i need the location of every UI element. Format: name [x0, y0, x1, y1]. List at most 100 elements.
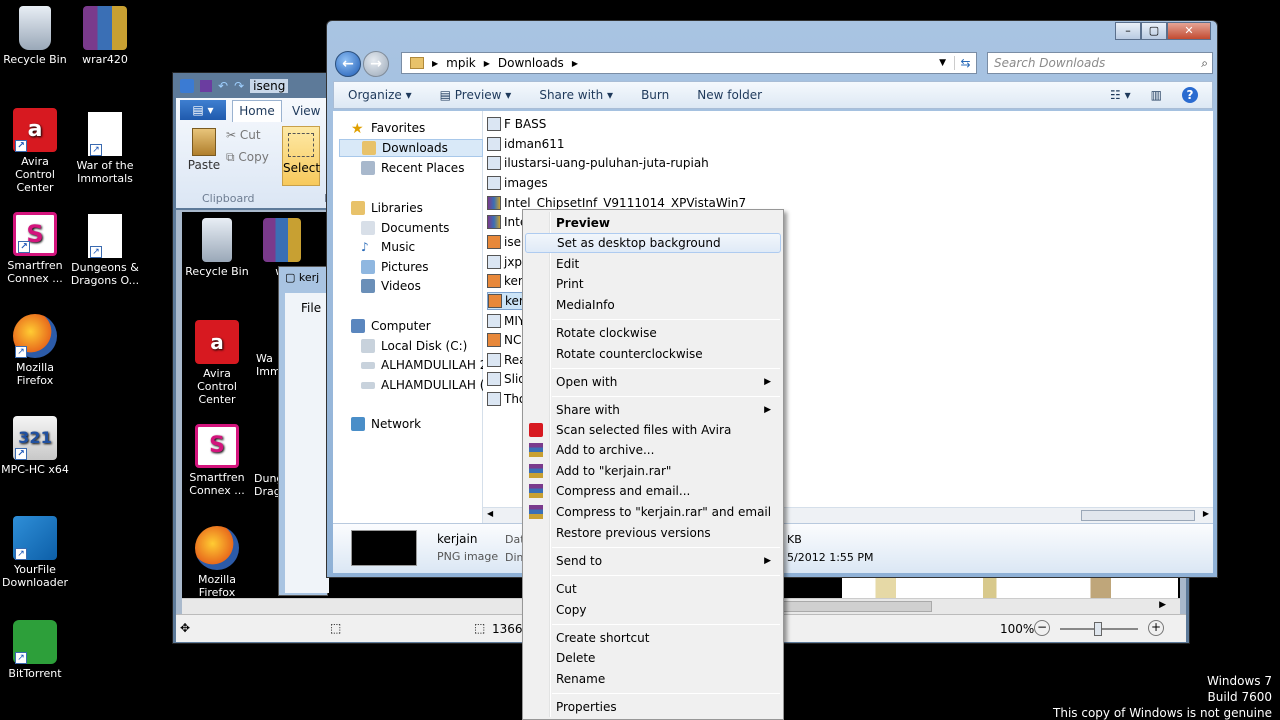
zoom-in-button[interactable]: +: [1148, 620, 1164, 636]
zoom-slider[interactable]: [1060, 622, 1138, 636]
back-button[interactable]: ←: [335, 51, 361, 77]
nav-drive-3[interactable]: ALHAMDULILAH (E:: [361, 376, 496, 394]
cut-button[interactable]: ✂ Cut: [226, 128, 261, 142]
menu-item-rename[interactable]: Rename: [525, 669, 781, 689]
nav-music[interactable]: ♪ Music: [361, 238, 415, 256]
menu-item-add-to-archive[interactable]: Add to archive...: [525, 440, 781, 460]
list-item[interactable]: ilustarsi-uang-puluhan-juta-rupiah: [487, 154, 709, 172]
menu-item-cut[interactable]: Cut: [525, 579, 781, 599]
menu-item-delete[interactable]: Delete: [525, 648, 781, 668]
maximize-button[interactable]: ▢: [1141, 22, 1167, 40]
list-item[interactable]: images: [487, 174, 548, 192]
firefox-icon: [195, 526, 239, 570]
desktop-icon-war-of-immortals[interactable]: ↗ War of the Immortals: [70, 112, 140, 185]
nav-favorites[interactable]: ★ Favorites: [351, 119, 425, 137]
nav-local-disk[interactable]: Local Disk (C:): [361, 337, 467, 355]
address-dropdown-icon[interactable]: ▼: [939, 58, 946, 68]
breadcrumb-mpik[interactable]: mpik: [446, 56, 476, 70]
copy-button[interactable]: ⧉ Copy: [226, 150, 269, 165]
menu-item-create-shortcut[interactable]: Create shortcut: [525, 628, 781, 648]
undo-icon[interactable]: ↶: [218, 79, 228, 93]
forward-button[interactable]: →: [363, 51, 389, 77]
share-with-button[interactable]: Share with ▾: [525, 88, 627, 102]
desktop-icon-label: Avira Control Center: [15, 155, 55, 194]
menu-item-open-with[interactable]: Open with ▶: [525, 372, 781, 392]
desktop-icon-firefox[interactable]: ↗ Mozilla Firefox: [0, 314, 70, 387]
desktop-icon-mpc-hc[interactable]: 321 ↗ MPC-HC x64: [0, 416, 70, 476]
tab-home[interactable]: Home: [232, 100, 282, 122]
scroll-right-arrow-icon[interactable]: ▶: [1159, 600, 1166, 610]
menu-item-rotate-counterclockwise[interactable]: Rotate counterclockwise: [525, 344, 781, 364]
menu-item-send-to[interactable]: Send to ▶: [525, 551, 781, 571]
nav-videos[interactable]: Videos: [361, 277, 421, 295]
redo-icon[interactable]: ↷: [234, 79, 244, 93]
menu-item-set-desktop-background[interactable]: Set as desktop background: [525, 233, 781, 253]
menu-item-properties[interactable]: Properties: [525, 697, 781, 717]
zoom-slider-thumb[interactable]: [1094, 622, 1102, 636]
menu-item-compress-and-email[interactable]: Compress and email...: [525, 481, 781, 501]
menu-item-preview[interactable]: Preview: [525, 213, 781, 233]
desktop-icon-avira[interactable]: a ↗ Avira Control Center: [0, 108, 70, 194]
preview-pane-icon[interactable]: ▥: [1151, 88, 1162, 102]
breadcrumb-arrow-icon[interactable]: ▶: [432, 59, 438, 68]
nav-pictures[interactable]: Pictures: [361, 258, 429, 276]
menu-item-mediainfo[interactable]: MediaInfo: [525, 295, 781, 315]
list-item[interactable]: MIY: [487, 312, 525, 330]
nav-downloads[interactable]: Downloads: [339, 139, 483, 157]
nav-computer[interactable]: Computer: [351, 317, 431, 335]
paint-hscroll-thumb[interactable]: [782, 601, 932, 612]
menu-item-add-to-rar[interactable]: Add to "kerjain.rar": [525, 461, 781, 481]
scroll-left-arrow-icon[interactable]: ◀: [487, 509, 493, 518]
preview-button[interactable]: ▤ Preview ▾: [426, 88, 526, 102]
refresh-icon[interactable]: ⇆: [954, 56, 976, 70]
save-icon[interactable]: [200, 80, 212, 92]
list-item[interactable]: kerj: [487, 272, 526, 290]
desktop-icon-dungeons[interactable]: ↗ Dungeons & Dragons O...: [70, 214, 140, 287]
address-bar[interactable]: ▶ mpik ▶ Downloads ▶ ▼ ⇆: [401, 52, 977, 74]
nav-drive-2[interactable]: ALHAMDULILAH 2 (: [361, 356, 496, 374]
nav-libraries[interactable]: Libraries: [351, 199, 423, 217]
menu-item-compress-rar-email[interactable]: Compress to "kerjain.rar" and email: [525, 502, 781, 522]
paint-file-menu[interactable]: ▤ ▾: [180, 100, 226, 120]
menu-separator: [552, 575, 780, 576]
nav-documents[interactable]: Documents: [361, 219, 449, 237]
desktop-icon-wrar420[interactable]: wrar420: [70, 6, 140, 66]
nav-recent-places[interactable]: Recent Places: [361, 159, 464, 177]
tab-view[interactable]: View: [292, 104, 320, 118]
menu-item-rotate-clockwise[interactable]: Rotate clockwise: [525, 323, 781, 343]
scroll-right-arrow-icon[interactable]: ▶: [1203, 509, 1209, 518]
nav-network[interactable]: Network: [351, 415, 421, 433]
yourfile-icon: ↗: [13, 516, 57, 560]
menu-item-copy[interactable]: Copy: [525, 600, 781, 620]
help-icon[interactable]: ?: [1182, 87, 1198, 103]
files-hscroll-thumb[interactable]: [1081, 510, 1195, 521]
menu-item-scan-avira[interactable]: Scan selected files with Avira: [525, 420, 781, 440]
burn-button[interactable]: Burn: [627, 88, 683, 102]
breadcrumb-downloads[interactable]: Downloads: [498, 56, 564, 70]
select-button[interactable]: Select: [282, 126, 320, 186]
desktop-icon-smartfren[interactable]: S ↗ Smartfren Connex ...: [0, 212, 70, 285]
menu-item-print[interactable]: Print: [525, 274, 781, 294]
paste-button[interactable]: Paste: [186, 128, 222, 178]
computer-icon: [351, 319, 365, 333]
image-file-icon: [487, 156, 501, 170]
search-input[interactable]: Search Downloads ⌕: [987, 52, 1213, 74]
search-icon[interactable]: ⌕: [1201, 53, 1208, 73]
desktop-icon-bittorrent[interactable]: ↗ BitTorrent: [0, 620, 70, 680]
minimize-button[interactable]: –: [1115, 22, 1141, 40]
breadcrumb-arrow-icon[interactable]: ▶: [484, 59, 490, 68]
organize-button[interactable]: Organize ▾: [334, 88, 426, 102]
list-item[interactable]: F BASS: [487, 115, 546, 133]
menu-item-edit[interactable]: Edit: [525, 254, 781, 274]
zoom-out-button[interactable]: −: [1034, 620, 1050, 636]
new-folder-button[interactable]: New folder: [683, 88, 776, 102]
menu-item-restore-previous-versions[interactable]: Restore previous versions: [525, 523, 781, 543]
desktop-icon-recycle-bin[interactable]: Recycle Bin: [0, 6, 70, 66]
view-options-icon[interactable]: ☷ ▾: [1110, 88, 1131, 102]
breadcrumb-arrow-icon[interactable]: ▶: [572, 59, 578, 68]
menu-item-share-with[interactable]: Share with ▶: [525, 400, 781, 420]
desktop-icon-yourfile[interactable]: ↗ YourFile Downloader: [0, 516, 70, 589]
close-button[interactable]: ✕: [1167, 22, 1211, 40]
list-item[interactable]: idman611: [487, 135, 565, 153]
smartfren-icon: S: [195, 424, 239, 468]
